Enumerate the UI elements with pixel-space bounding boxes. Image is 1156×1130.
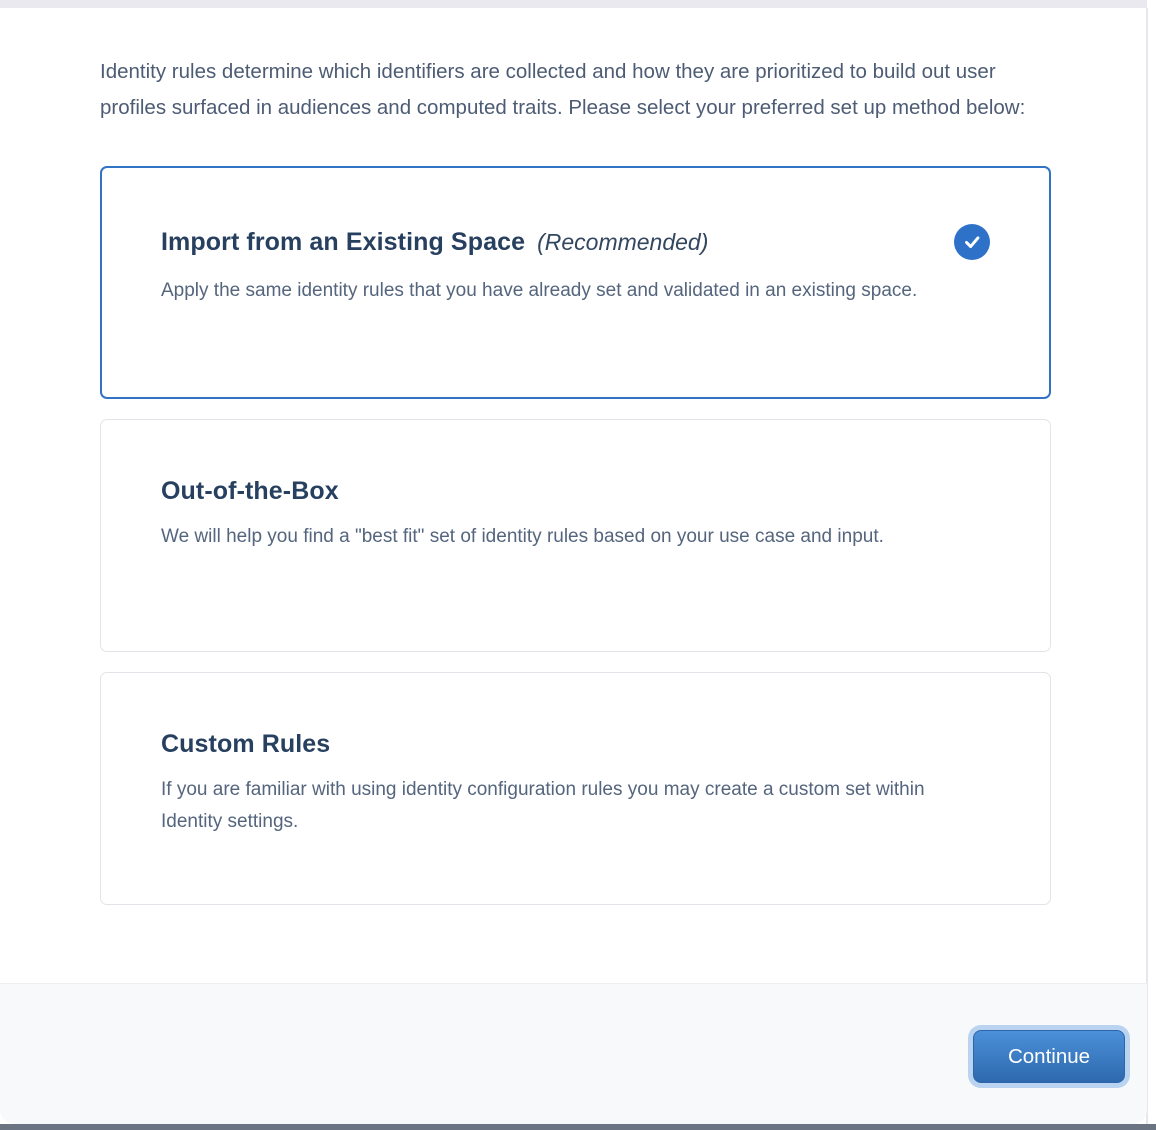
option-card-header: Custom Rules <box>161 730 990 759</box>
modal-footer: Continue <box>0 983 1147 1124</box>
identity-rules-setup-modal-body: Identity rules determine which identifie… <box>0 0 1156 1130</box>
option-card-custom-rules[interactable]: Custom Rules If you are familiar with us… <box>100 672 1051 905</box>
option-description: Apply the same identity rules that you h… <box>161 275 951 307</box>
option-card-header: Import from an Existing Space (Recommend… <box>161 224 990 260</box>
top-edge-divider <box>0 0 1147 8</box>
option-card-header: Out-of-the-Box <box>161 477 990 506</box>
option-title-group: Out-of-the-Box <box>161 477 339 506</box>
option-title: Out-of-the-Box <box>161 477 339 506</box>
option-description: We will help you find a "best fit" set o… <box>161 521 990 553</box>
modal-content: Identity rules determine which identifie… <box>0 8 1147 925</box>
option-title-group: Custom Rules <box>161 730 330 759</box>
setup-method-options: Import from an Existing Space (Recommend… <box>100 166 1051 905</box>
option-description: If you are familiar with using identity … <box>161 774 933 838</box>
option-title: Custom Rules <box>161 730 330 759</box>
option-card-out-of-the-box[interactable]: Out-of-the-Box We will help you find a "… <box>100 419 1051 652</box>
option-title: Import from an Existing Space <box>161 228 525 257</box>
recommended-badge: (Recommended) <box>537 229 708 256</box>
modal-bottom-edge <box>0 1124 1156 1130</box>
selected-check-icon <box>954 224 990 260</box>
option-card-import-existing-space[interactable]: Import from an Existing Space (Recommend… <box>100 166 1051 399</box>
intro-text: Identity rules determine which identifie… <box>100 54 1052 126</box>
continue-button[interactable]: Continue <box>973 1030 1125 1083</box>
option-title-group: Import from an Existing Space (Recommend… <box>161 228 708 257</box>
